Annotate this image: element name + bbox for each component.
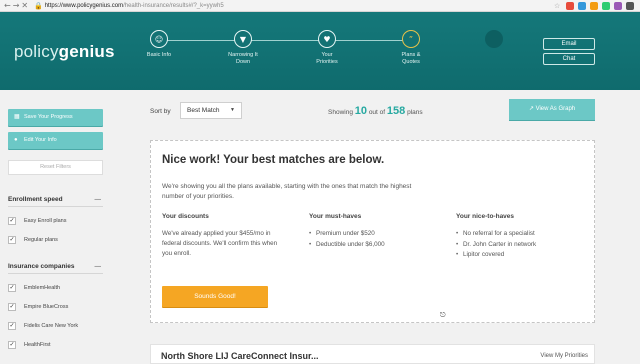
progress-line [160,40,410,41]
save-icon: ▦ [14,114,20,120]
chat-button[interactable]: Chat [543,53,595,65]
checkbox-checked-icon[interactable]: ✓ [8,303,16,311]
step-narrowing-it-down[interactable]: ▼ Narrowing It Down [213,30,273,66]
person-icon: ☺ [150,30,168,48]
star-icon[interactable]: ☆ [554,2,562,10]
browser-nav-icons[interactable]: ←→✕ [4,1,34,10]
nice-to-haves-column: Your nice-to-haves No referral for a spe… [456,213,596,261]
sounds-good-button[interactable]: Sounds Good! [162,286,268,307]
view-priorities-link[interactable]: View My Priorities [540,353,588,359]
sort-label: Sort by [150,108,171,115]
quote-icon: ” [402,30,420,48]
list-item: Premium under $520 [309,229,449,240]
must-haves-column: Your must-haves Premium under $520 Deduc… [309,213,449,250]
filter-sidebar: ▦ Save Your Progress ● Edit Your Info Re… [0,90,112,360]
extension-icon[interactable] [566,1,574,10]
list-item: Deductible under $6,000 [309,240,449,251]
address-bar[interactable]: https://www.policygenius.com/health-insu… [45,3,554,9]
checkbox-checked-icon[interactable]: ✓ [8,322,16,330]
results-count: Showing 10 out of 158 plans [328,105,423,117]
view-as-graph-button[interactable]: ↗ View As Graph [509,99,595,120]
browser-toolbar: ←→✕ 🔒 https://www.policygenius.com/healt… [0,0,640,12]
checkbox-checked-icon[interactable]: ✓ [8,284,16,292]
filter-fidelis-care[interactable]: ✓ Fidelis Care New York [8,321,103,333]
filter-regular-plans[interactable]: ✓ Regular plans [8,235,103,247]
reset-filters-button[interactable]: Reset Filters [8,160,103,175]
person-icon: ● [14,137,18,143]
extension-icon[interactable] [626,1,634,10]
step-future [464,30,524,48]
logo[interactable]: policygenius [14,42,115,62]
heart-icon: ♥ [318,30,336,48]
future-step-icon [485,30,503,48]
extension-icons[interactable]: ☆ [554,1,634,10]
insurance-companies-header[interactable]: Insurance companies — [8,263,103,274]
list-item: Lipitor covered [456,250,596,261]
extension-icon[interactable] [614,1,622,10]
edit-info-button[interactable]: ● Edit Your Info [8,132,103,149]
extension-icon[interactable] [602,1,610,10]
chevron-down-icon: ▼ [230,107,235,113]
mouse-cursor-icon: ⎋ [440,311,446,319]
chart-icon: ↗ [528,106,534,112]
checkbox-checked-icon[interactable]: ✓ [8,217,16,225]
lock-icon: 🔒 [34,2,43,10]
email-button[interactable]: Email [543,38,595,50]
card-intro: We're showing you all the plans availabl… [162,183,412,200]
list-item: Dr. John Carter in network [456,240,596,251]
plan-card[interactable]: North Shore LIJ CareConnect Insur... Vie… [150,344,595,364]
filter-easy-enroll[interactable]: ✓ Easy Enroll plans [8,216,103,228]
card-title: Nice work! Your best matches are below. [162,154,385,166]
discounts-column: Your discounts We've already applied you… [162,213,278,257]
collapse-icon[interactable]: — [95,263,102,270]
step-your-priorities[interactable]: ♥ Your Priorities [297,30,357,66]
funnel-icon: ▼ [234,30,252,48]
list-item: No referral for a specialist [456,229,596,240]
collapse-icon[interactable]: — [95,196,102,203]
sort-select[interactable]: Best Match ▼ [180,102,242,119]
extension-icon[interactable] [590,1,598,10]
filter-healthfirst[interactable]: ✓ HealthFirst [8,340,103,352]
save-progress-button[interactable]: ▦ Save Your Progress [8,109,103,126]
checkbox-checked-icon[interactable]: ✓ [8,236,16,244]
filter-empire-bluecross[interactable]: ✓ Empire BlueCross [8,302,103,314]
filter-emblemhealth[interactable]: ✓ EmblemHealth [8,283,103,295]
checkbox-checked-icon[interactable]: ✓ [8,341,16,349]
step-basic-info[interactable]: ☺ Basic Info [129,30,189,59]
best-matches-card: Nice work! Your best matches are below. … [150,140,595,323]
step-plans-quotes[interactable]: ” Plans & Quotes [381,30,441,66]
extension-icon[interactable] [578,1,586,10]
site-header: policygenius ☺ Basic Info ▼ Narrowing It… [0,12,640,90]
results-main: Sort by Best Match ▼ Showing 10 out of 1… [112,90,640,364]
enrollment-speed-header[interactable]: Enrollment speed — [8,196,103,207]
